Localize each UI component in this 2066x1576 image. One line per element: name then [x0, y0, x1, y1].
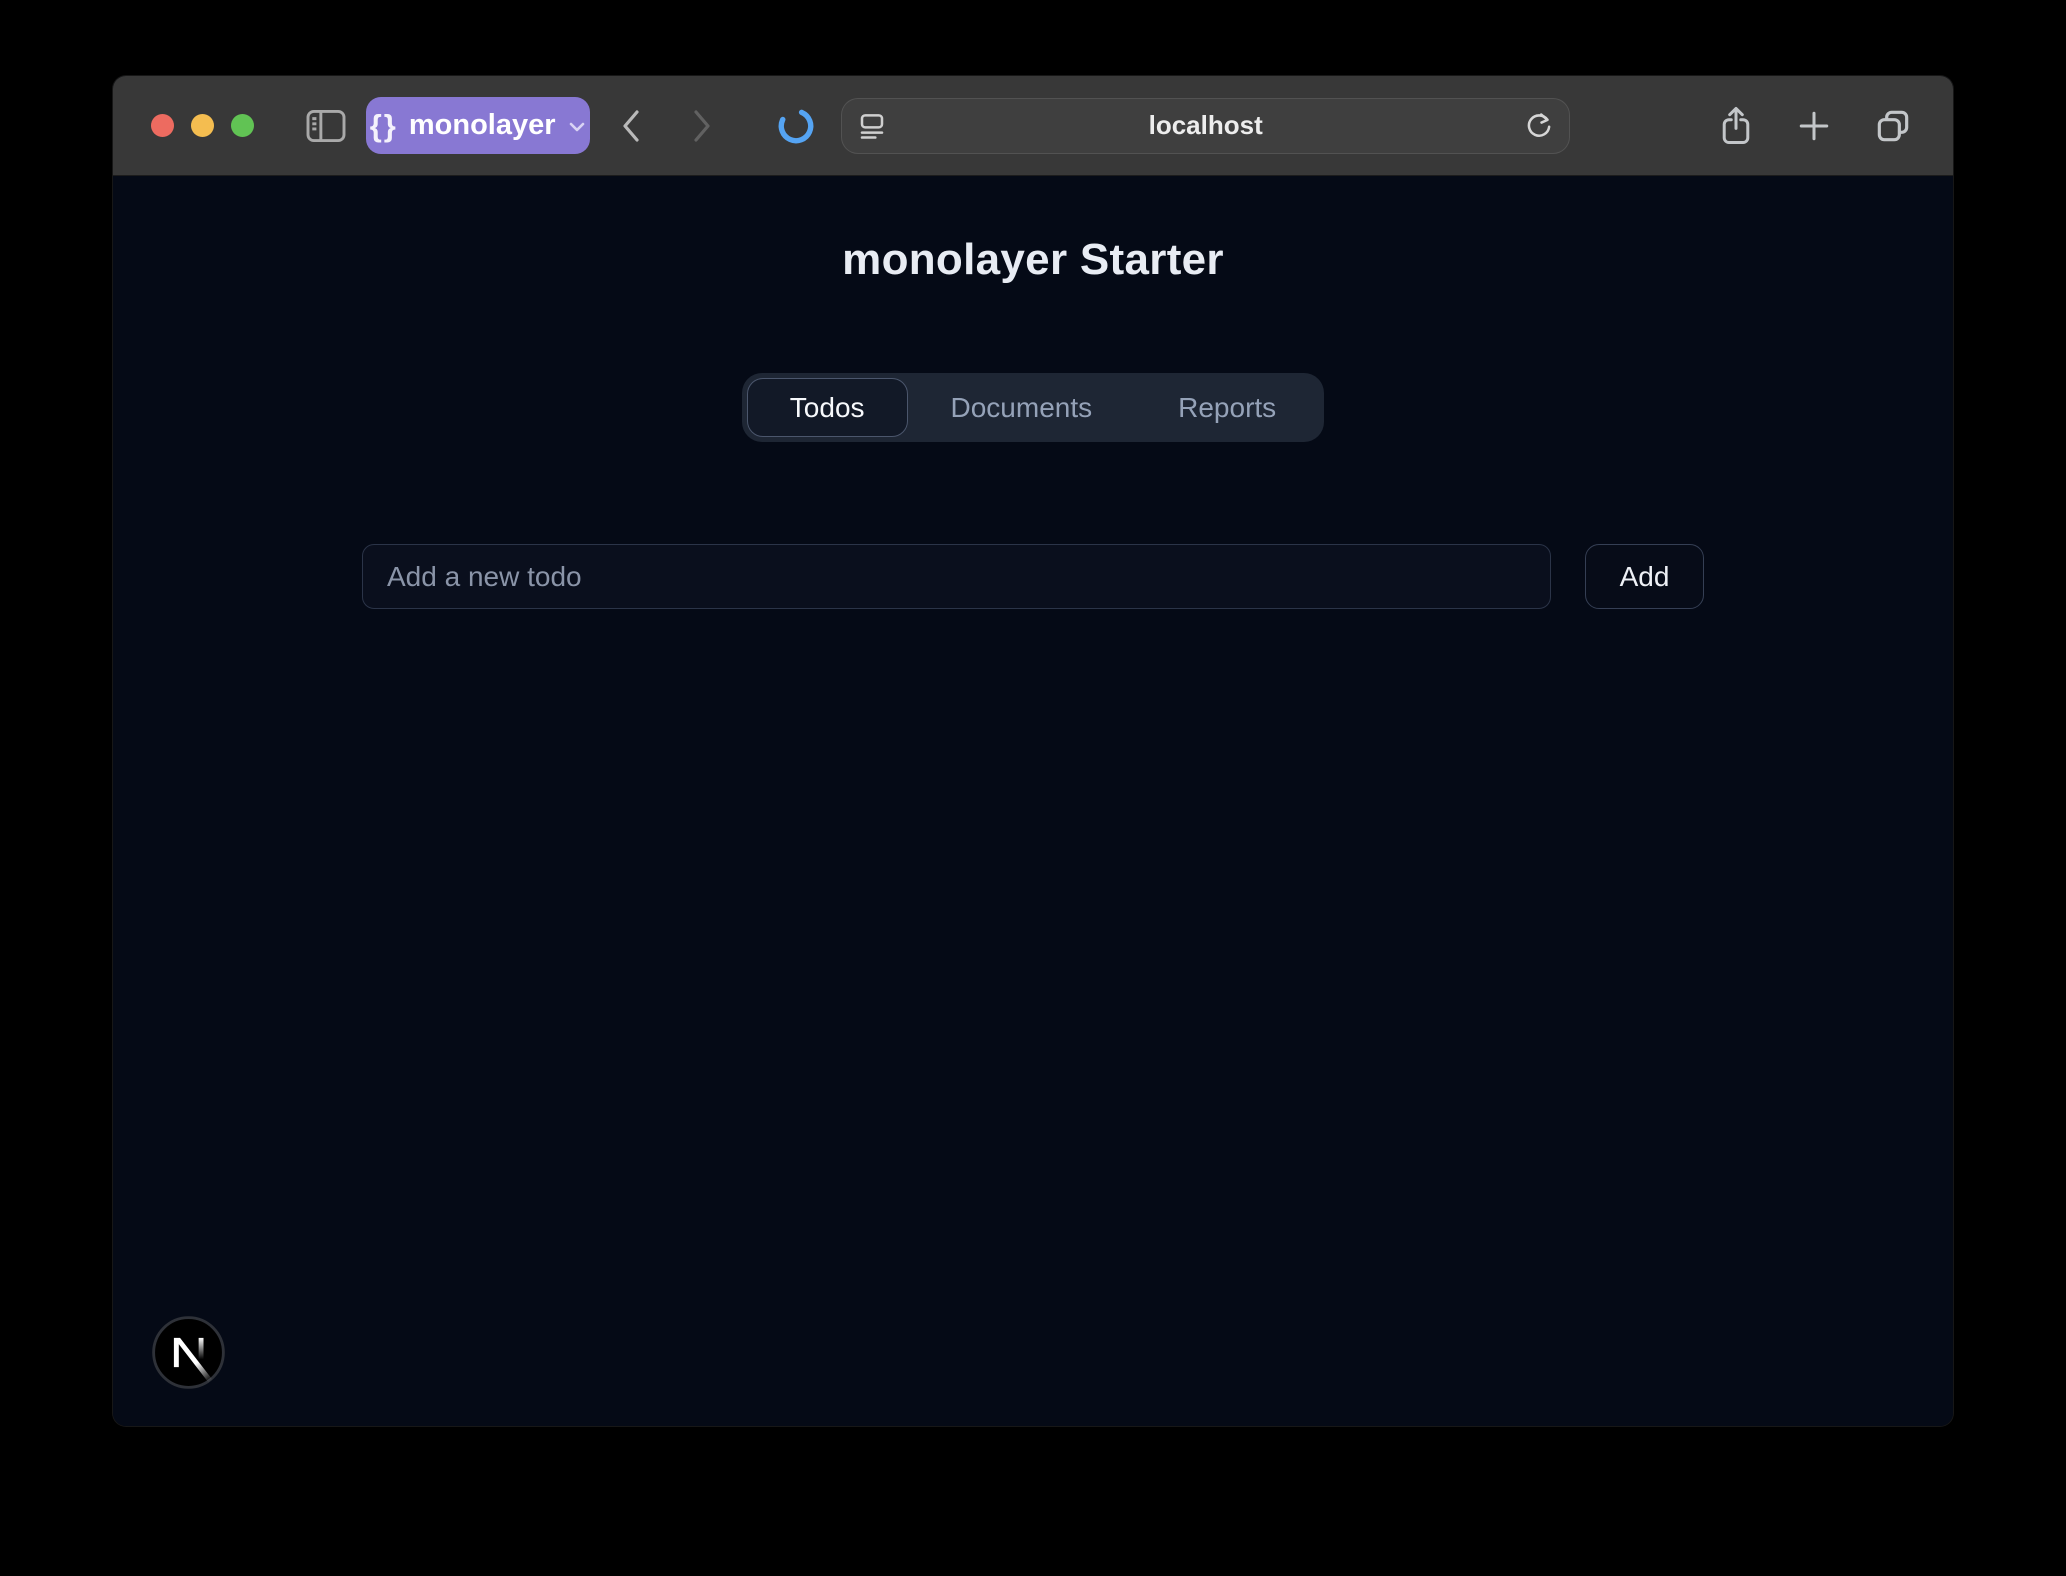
tab-overview-icon	[1873, 106, 1913, 146]
close-window-button[interactable]	[151, 114, 174, 137]
tab-reports[interactable]: Reports	[1135, 378, 1319, 437]
todo-input[interactable]	[362, 544, 1551, 609]
page-title: monolayer Starter	[842, 235, 1224, 284]
new-tab-button[interactable]	[1794, 106, 1834, 146]
reload-icon	[1523, 110, 1555, 142]
loading-spinner-icon	[777, 107, 815, 145]
back-button[interactable]	[611, 104, 651, 148]
plus-icon	[1796, 108, 1832, 144]
minimize-window-button[interactable]	[191, 114, 214, 137]
address-bar[interactable]: localhost	[840, 97, 1571, 154]
chevron-right-icon	[691, 109, 713, 143]
nextjs-logo-icon	[152, 1316, 225, 1389]
tab-overview-button[interactable]	[1872, 105, 1915, 147]
chevron-left-icon	[620, 109, 642, 143]
tab-bar: Todos Documents Reports	[741, 373, 1325, 442]
reload-button[interactable]	[1519, 106, 1559, 146]
profile-badge-label: monolayer	[408, 109, 556, 141]
tab-documents[interactable]: Documents	[908, 378, 1136, 437]
share-button[interactable]	[1716, 103, 1756, 149]
browser-window: {} monolayer localhost monolayer Starter…	[113, 76, 1953, 1426]
chevron-down-icon	[567, 120, 587, 134]
sidebar-toggle-icon	[305, 108, 347, 144]
web-page: monolayer Starter Todos Documents Report…	[113, 177, 1953, 1426]
curly-braces-icon: {}	[369, 107, 398, 143]
profile-badge[interactable]: {} monolayer	[366, 97, 590, 154]
browser-toolbar: {} monolayer localhost	[113, 76, 1953, 176]
share-icon	[1717, 104, 1755, 148]
sidebar-toggle-button[interactable]	[304, 106, 347, 146]
todo-form: Add	[362, 544, 1704, 609]
add-button[interactable]: Add	[1585, 544, 1704, 609]
forward-button	[682, 104, 722, 148]
tab-todos[interactable]: Todos	[746, 378, 908, 437]
zoom-window-button[interactable]	[231, 114, 254, 137]
traffic-lights	[151, 114, 254, 137]
url-text: localhost	[1148, 110, 1263, 140]
page-format-icon[interactable]	[856, 110, 888, 142]
